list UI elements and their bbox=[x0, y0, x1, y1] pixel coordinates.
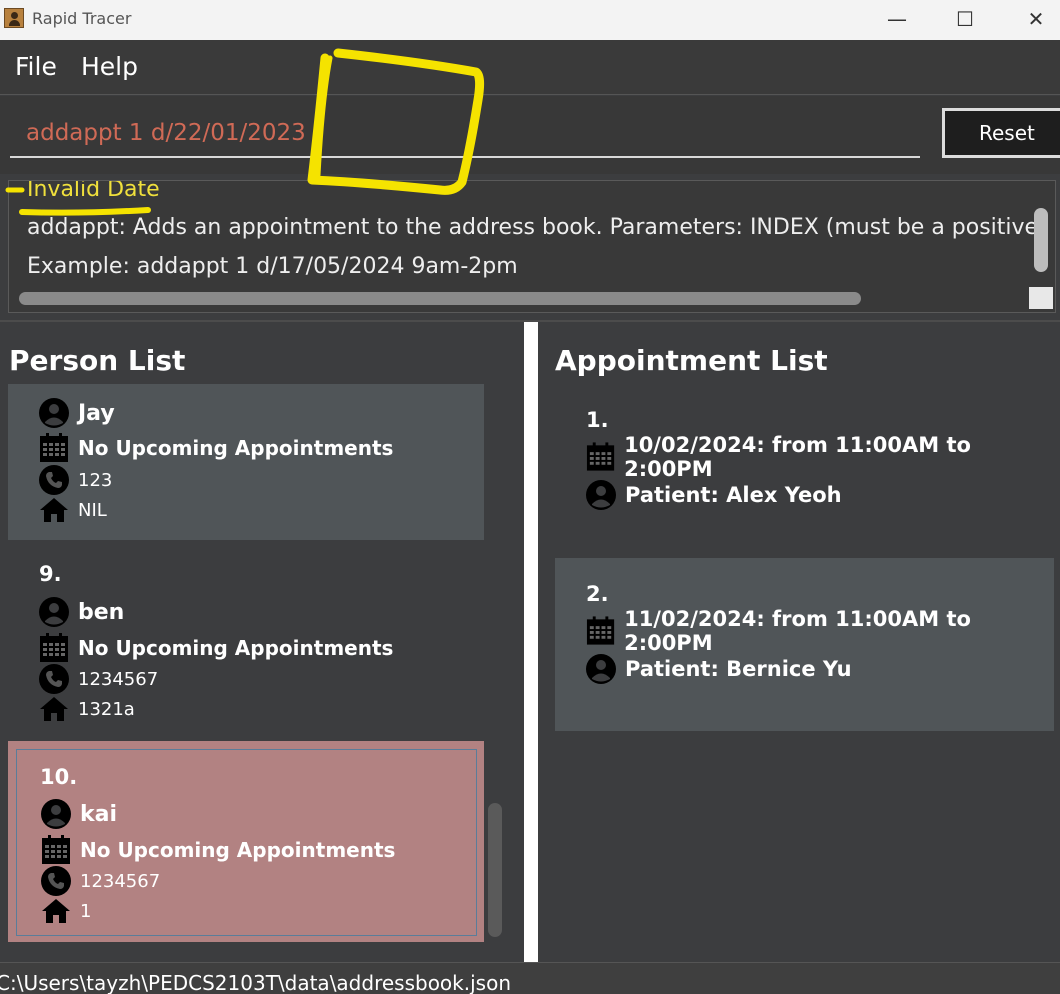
appointment-index: 1. bbox=[586, 408, 609, 432]
save-location-path: C:\Users\tayzh\PEDCS2103T\data\addressbo… bbox=[0, 971, 511, 994]
usage-message: addappt: Adds an appointment to the addr… bbox=[27, 215, 1039, 240]
person-appointment-row: No Upcoming Appointments bbox=[38, 632, 393, 664]
person-phone-row: 1234567 bbox=[38, 663, 158, 695]
maximize-button[interactable]: ☐ bbox=[950, 6, 980, 32]
appointment-time-row: 11/02/2024: from 11:00AM to 2:00PM bbox=[585, 607, 1054, 655]
menu-file[interactable]: File bbox=[15, 52, 57, 81]
person-address: 1 bbox=[80, 900, 92, 922]
person-address-row: 1 bbox=[40, 895, 91, 927]
person-name: kai bbox=[80, 801, 118, 827]
calendar-icon bbox=[38, 432, 70, 464]
calendar-icon bbox=[40, 834, 72, 866]
person-phone-row: 1234567 bbox=[40, 865, 160, 897]
appointment-card[interactable]: 1. 10/02/2024: from 11:00AM to 2:00PM Pa… bbox=[555, 384, 1054, 558]
person-icon bbox=[38, 397, 70, 429]
person-address: NIL bbox=[78, 499, 107, 521]
person-phone: 1234567 bbox=[80, 870, 161, 892]
person-name: ben bbox=[78, 599, 125, 625]
person-index: 9. bbox=[39, 562, 62, 586]
error-message: Invalid Date bbox=[27, 180, 160, 202]
appointment-time: 11/02/2024: from 11:00AM to 2:00PM bbox=[624, 607, 971, 655]
person-appointment: No Upcoming Appointments bbox=[78, 436, 394, 460]
person-phone-row: 123 bbox=[38, 464, 112, 496]
example-message: Example: addappt 1 d/17/05/2024 9am-2pm bbox=[27, 254, 518, 279]
result-vertical-scrollbar[interactable] bbox=[1034, 208, 1048, 272]
person-phone: 1234567 bbox=[78, 668, 159, 690]
person-appointment-row: No Upcoming Appointments bbox=[40, 834, 395, 866]
phone-icon bbox=[38, 464, 70, 496]
person-icon bbox=[38, 596, 70, 628]
person-name-row: kai bbox=[40, 798, 117, 830]
home-icon bbox=[38, 693, 70, 725]
person-card[interactable]: Jay No Upcoming Appointments 123 NIL bbox=[8, 384, 484, 540]
appointment-patient-row: Patient: Alex Yeoh bbox=[585, 479, 842, 511]
command-input[interactable] bbox=[10, 110, 920, 158]
app-window: Rapid Tracer — ☐ ✕ File Help Reset Inval… bbox=[0, 0, 1060, 994]
menu-help[interactable]: Help bbox=[81, 52, 138, 81]
person-list[interactable]: Jay No Upcoming Appointments 123 NIL 9. … bbox=[8, 384, 484, 942]
person-appointment: No Upcoming Appointments bbox=[78, 636, 394, 660]
person-icon bbox=[40, 798, 72, 830]
command-area: Reset bbox=[0, 96, 1060, 174]
status-bar: C:\Users\tayzh\PEDCS2103T\data\addressbo… bbox=[0, 962, 1060, 994]
result-display[interactable]: Invalid Date addappt: Adds an appointmen… bbox=[8, 180, 1056, 313]
appointment-time-row: 10/02/2024: from 11:00AM to 2:00PM bbox=[585, 433, 1054, 481]
person-icon bbox=[585, 479, 617, 511]
title-bar: Rapid Tracer — ☐ ✕ bbox=[0, 0, 1060, 40]
phone-icon bbox=[40, 865, 72, 897]
app-logo-icon bbox=[4, 8, 24, 28]
appointment-patient-row: Patient: Bernice Yu bbox=[585, 653, 852, 685]
close-button[interactable]: ✕ bbox=[1021, 6, 1051, 32]
result-horizontal-scrollbar[interactable] bbox=[19, 292, 861, 305]
appointment-time: 10/02/2024: from 11:00AM to 2:00PM bbox=[624, 433, 971, 481]
appointment-card[interactable]: 2. 11/02/2024: from 11:00AM to 2:00PM Pa… bbox=[555, 558, 1054, 731]
appointment-patient: Patient: Alex Yeoh bbox=[625, 483, 842, 507]
person-card[interactable]: 9. ben No Upcoming Appointments 1234567 … bbox=[8, 540, 484, 740]
minimize-button[interactable]: — bbox=[882, 6, 912, 32]
person-list-title: Person List bbox=[9, 344, 186, 377]
calendar-icon bbox=[38, 632, 70, 664]
person-address-row: 1321a bbox=[38, 693, 135, 725]
person-appointment-row: No Upcoming Appointments bbox=[38, 432, 393, 464]
person-address-row: NIL bbox=[38, 494, 107, 526]
person-list-scrollbar[interactable] bbox=[488, 803, 502, 937]
person-name-row: ben bbox=[38, 596, 124, 628]
reset-button[interactable]: Reset bbox=[942, 108, 1060, 158]
window-title: Rapid Tracer bbox=[32, 9, 132, 28]
person-phone: 123 bbox=[78, 469, 113, 491]
person-index: 10. bbox=[40, 765, 78, 789]
person-appointment: No Upcoming Appointments bbox=[80, 838, 396, 862]
panel-divider[interactable] bbox=[524, 322, 538, 962]
home-icon bbox=[38, 494, 70, 526]
calendar-icon bbox=[585, 615, 616, 647]
person-address: 1321a bbox=[78, 698, 135, 720]
person-icon bbox=[585, 653, 617, 685]
phone-icon bbox=[38, 663, 70, 695]
appointment-list-title: Appointment List bbox=[555, 344, 828, 377]
menu-bar: File Help bbox=[0, 40, 1060, 95]
person-card-selected[interactable]: 10. kai No Upcoming Appointments 1234567… bbox=[8, 741, 484, 942]
appointment-patient: Patient: Bernice Yu bbox=[625, 657, 852, 681]
appointment-index: 2. bbox=[586, 582, 609, 606]
calendar-icon bbox=[585, 441, 616, 473]
person-name: Jay bbox=[78, 400, 115, 426]
person-name-row: Jay bbox=[38, 397, 115, 429]
home-icon bbox=[40, 895, 72, 927]
scroll-corner bbox=[1029, 287, 1053, 309]
